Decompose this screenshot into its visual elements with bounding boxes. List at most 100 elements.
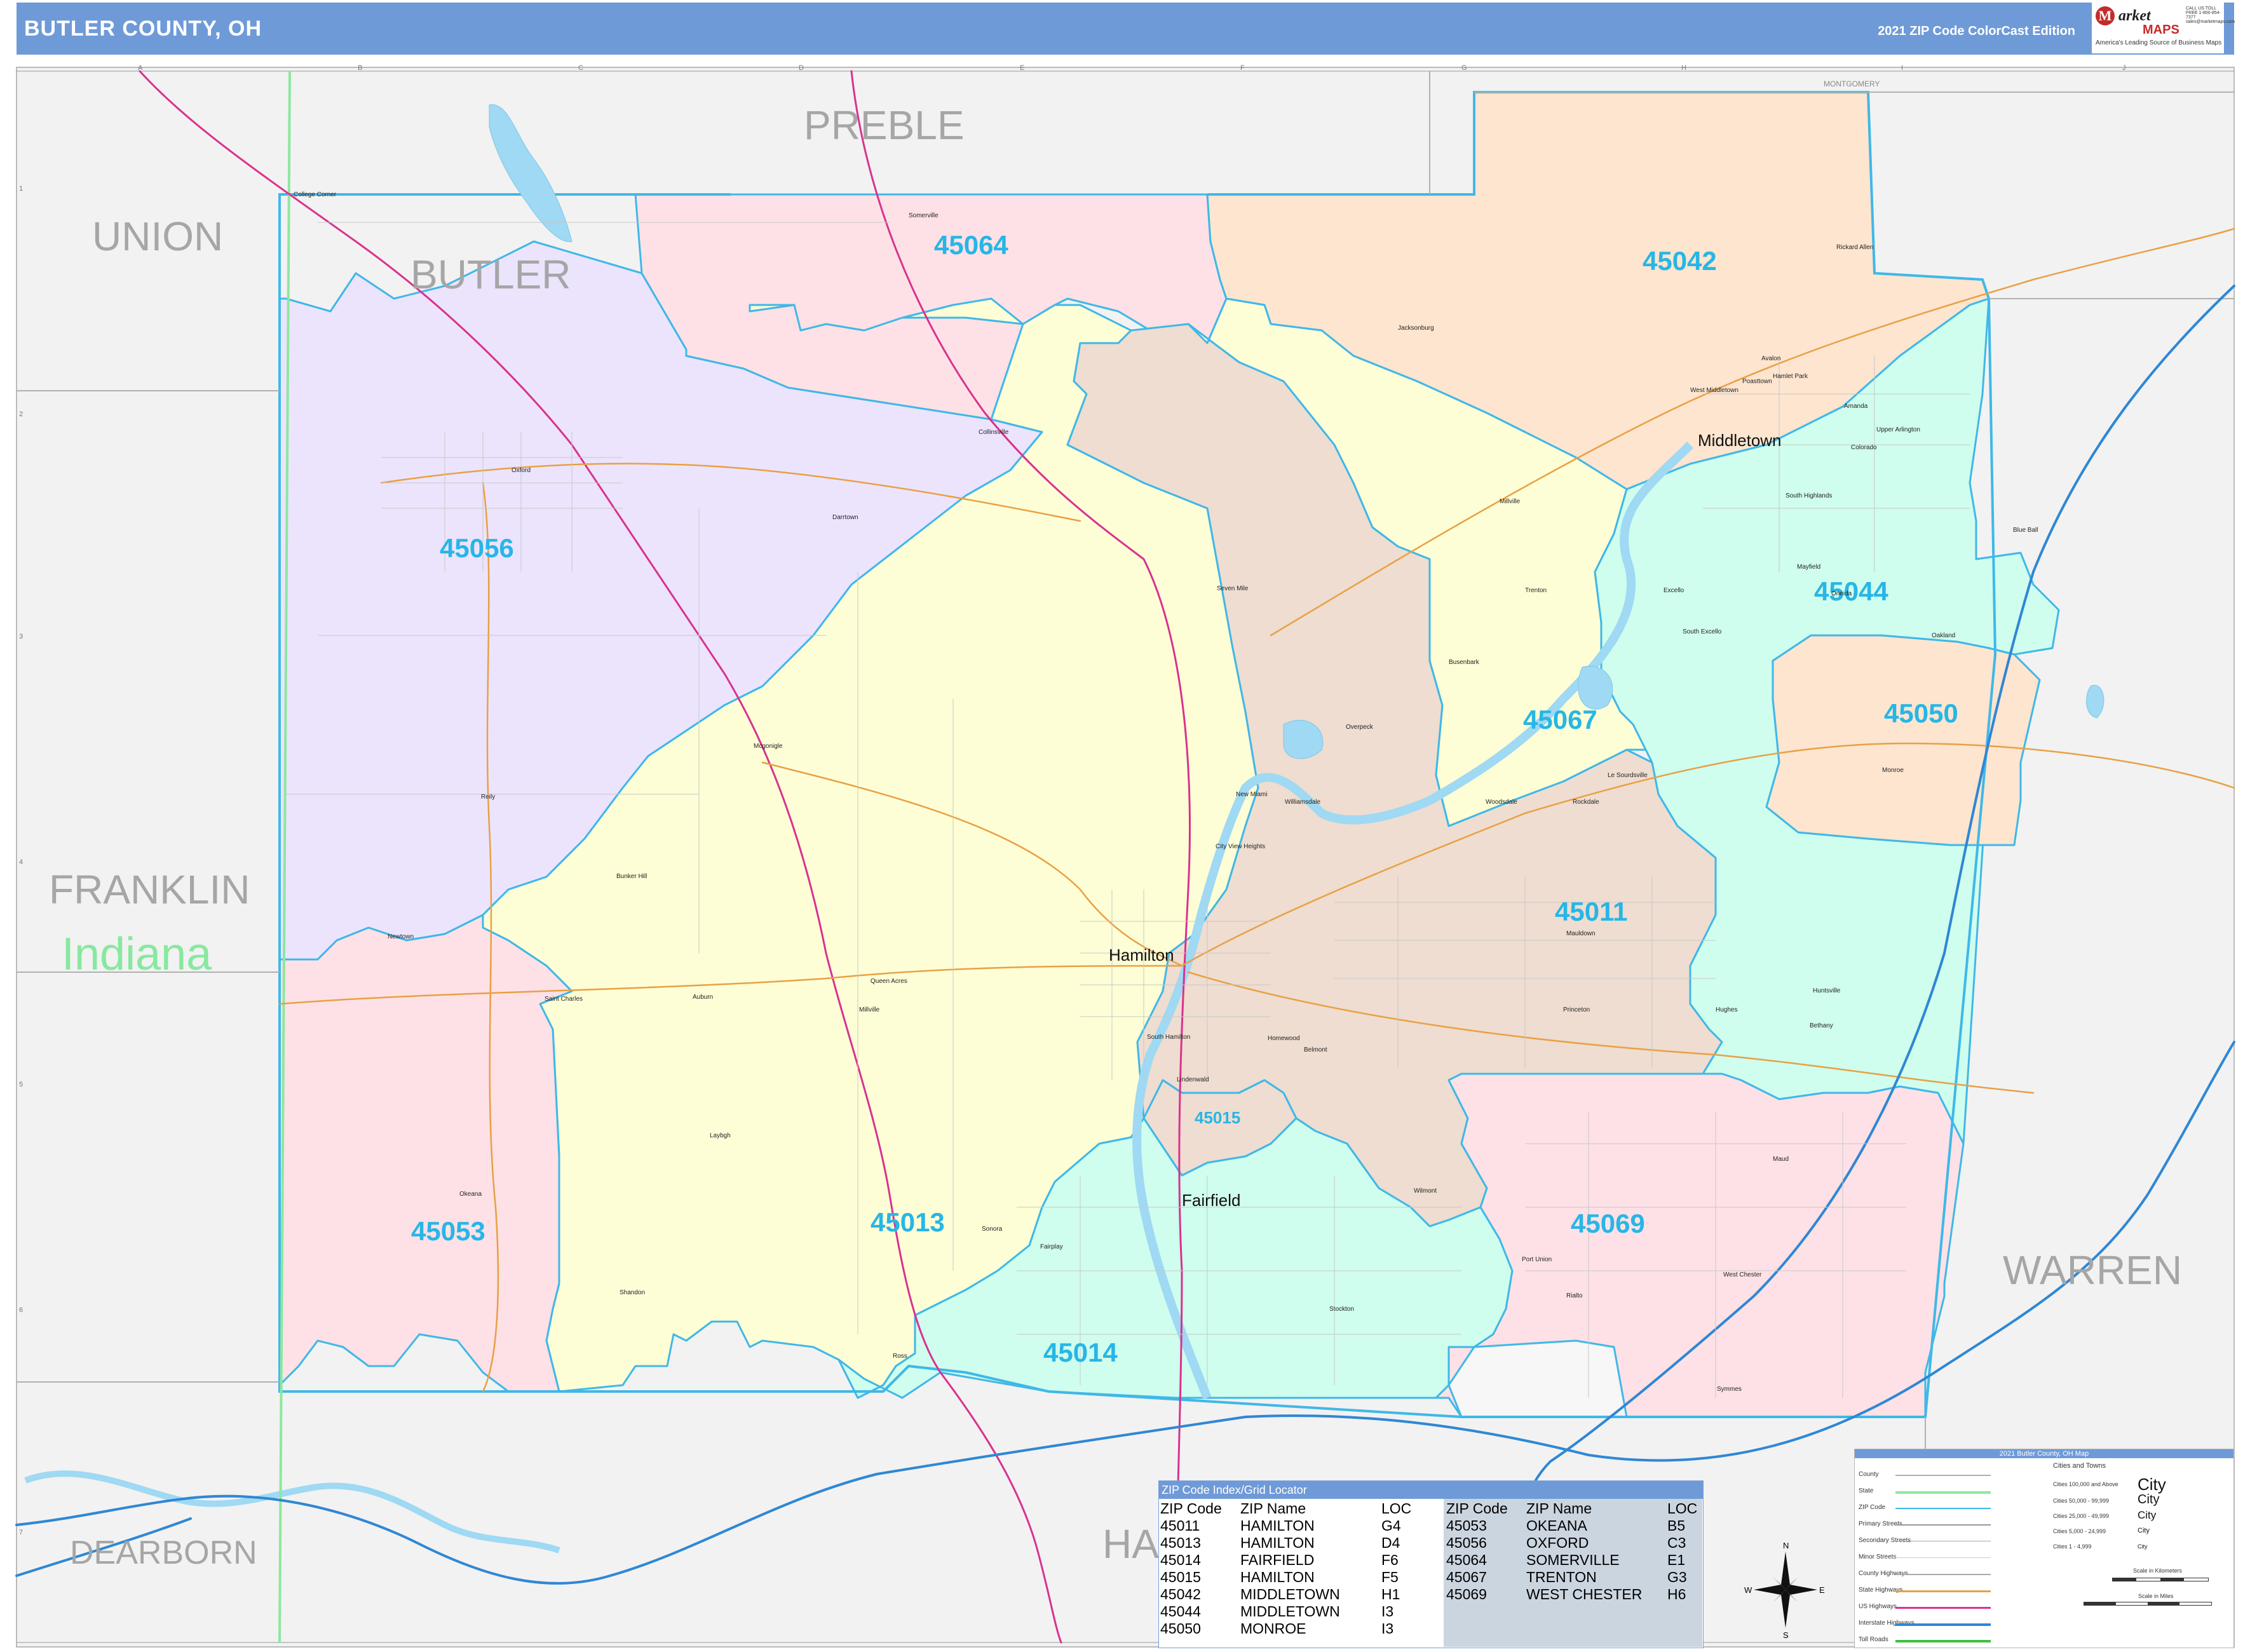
place-label: Oakland <box>1932 632 1956 639</box>
loc-cell: F5 <box>1381 1569 1399 1585</box>
zip-label-45014: 45014 <box>1043 1337 1118 1367</box>
legend-scale-km: Scale in Kilometers <box>2133 1567 2183 1574</box>
loc-cell: I3 <box>1381 1620 1394 1637</box>
city-label-hamilton: Hamilton <box>1109 945 1174 965</box>
place-label: Mauldown <box>1566 930 1596 937</box>
zip-label-45050: 45050 <box>1884 698 1958 728</box>
zip-region-45050[interactable] <box>1765 634 2041 846</box>
zip-label-45067: 45067 <box>1523 705 1597 735</box>
grid-col-G: G <box>1461 64 1467 72</box>
legend-line-minor <box>1895 1557 1991 1558</box>
state-label-indiana: Indiana <box>62 929 212 980</box>
legend-row-toll: Toll Roads <box>1859 1636 1888 1643</box>
grid-col-D: D <box>799 64 804 72</box>
col-header-name: ZIP Name <box>1240 1500 1306 1517</box>
place-label: Princeton <box>1563 1006 1590 1013</box>
grid-col-H: H <box>1681 64 1686 72</box>
place-label: Huntsville <box>1813 987 1841 994</box>
place-label: Homewood <box>1268 1035 1300 1042</box>
place-label: Millville <box>859 1006 880 1013</box>
loc-cell: C3 <box>1667 1534 1686 1551</box>
county-label-franklin: FRANKLIN <box>49 867 250 912</box>
legend-city-range: Cities 5,000 - 24,999 <box>2053 1528 2106 1534</box>
loc-cell: H6 <box>1667 1586 1686 1602</box>
loc-cell: B5 <box>1667 1517 1686 1534</box>
place-label: Hughes <box>1716 1006 1738 1013</box>
loc-cell: E1 <box>1667 1552 1686 1568</box>
place-label: Busenbark <box>1449 659 1479 666</box>
county-label-union: UNION <box>92 213 224 259</box>
place-label: Stockton <box>1329 1306 1354 1313</box>
grid-col-A: A <box>138 64 143 72</box>
place-label: Millville <box>1500 498 1521 505</box>
name-cell: MIDDLETOWN <box>1240 1603 1340 1620</box>
zip-label-45053: 45053 <box>411 1216 485 1246</box>
county-label-preble: PREBLE <box>804 102 965 148</box>
grid-row-1: 1 <box>19 185 23 193</box>
name-cell: HAMILTON <box>1240 1534 1315 1551</box>
legend-row-us-hwy: US Highways <box>1859 1603 1897 1610</box>
place-label: Williamsdale <box>1285 799 1321 806</box>
table-row: 45050 MONROE I3 <box>1160 1620 1416 1637</box>
grid-col-C: C <box>578 64 583 72</box>
table-row: 45011 HAMILTON G4 <box>1160 1517 1416 1534</box>
place-label: Woodsdale <box>1486 799 1517 806</box>
county-label-dearborn: DEARBORN <box>70 1534 257 1571</box>
place-label: Auburn <box>693 994 714 1001</box>
zip-cell: 45064 <box>1446 1552 1487 1568</box>
zip-label-45064: 45064 <box>934 230 1008 260</box>
edition-label: 2021 ZIP Code ColorCast Edition <box>1878 24 2075 38</box>
loc-cell: F6 <box>1381 1552 1399 1568</box>
legend-row-minor: Minor Streets <box>1859 1554 1897 1561</box>
table-row: 45056 OXFORD C3 <box>1446 1534 1702 1552</box>
place-label: Oneida <box>1831 590 1852 597</box>
place-label: Queen Acres <box>871 978 907 985</box>
place-label: Okeana <box>459 1191 482 1198</box>
zip-cell: 45013 <box>1160 1534 1201 1551</box>
zip-label-45011: 45011 <box>1555 897 1628 926</box>
col-header-loc: LOC <box>1667 1500 1698 1517</box>
zip-cell: 45014 <box>1160 1552 1201 1568</box>
compass-rose-icon: N S W E <box>1744 1541 1825 1640</box>
place-label: Poasttown <box>1742 378 1772 385</box>
name-cell: FAIRFIELD <box>1240 1552 1315 1568</box>
place-label: Newtown <box>388 933 414 940</box>
name-cell: WEST CHESTER <box>1526 1586 1643 1602</box>
place-label: Hamlet Park <box>1773 373 1808 380</box>
grid-row-5: 5 <box>19 1081 23 1088</box>
col-header-name: ZIP Name <box>1526 1500 1592 1517</box>
market-maps-logo: M arket MAPS CALL US TOLL FREE 1-800-854… <box>2092 3 2235 53</box>
col-header-loc: LOC <box>1381 1500 1412 1517</box>
grid-row-4: 4 <box>19 858 23 866</box>
place-label: Collinsville <box>979 429 1009 436</box>
name-cell: OXFORD <box>1526 1534 1589 1551</box>
place-label: Symmes <box>1717 1386 1742 1393</box>
city-label-fairfield: Fairfield <box>1182 1191 1241 1210</box>
legend-city-range: Cities 25,000 - 49,999 <box>2053 1513 2110 1519</box>
logo-maps: MAPS <box>2143 23 2179 37</box>
county-map: A B C D E F G H I J 1 2 3 4 5 6 7 MONTGO… <box>15 64 2235 1648</box>
legend-line-primary <box>1895 1524 1991 1526</box>
table-row: 45069 WEST CHESTER H6 <box>1446 1586 1702 1603</box>
place-label: Colorado <box>1851 444 1877 451</box>
legend-city-sample: City <box>2138 1493 2160 1506</box>
zip-cell: 45053 <box>1446 1517 1487 1534</box>
name-cell: OKEANA <box>1526 1517 1587 1534</box>
zip-label-45015: 45015 <box>1195 1108 1241 1127</box>
place-label: Seven Mile <box>1217 585 1249 592</box>
place-label: West Chester <box>1723 1271 1762 1278</box>
legend-city-sample: City <box>2138 1543 2148 1550</box>
place-label: Fairplay <box>1040 1243 1063 1250</box>
legend-line-zip <box>1895 1508 1991 1509</box>
zip-region-45053[interactable] <box>278 914 573 1393</box>
legend-row-state: State <box>1859 1487 1874 1494</box>
legend-row-zip: ZIP Code <box>1859 1504 1886 1511</box>
legend-scale-mi: Scale in Miles <box>2138 1593 2174 1599</box>
grid-col-E: E <box>1020 64 1024 72</box>
logo-mark: M <box>2096 6 2115 25</box>
header-bar: BUTLER COUNTY, OH 2021 ZIP Code ColorCas… <box>17 3 2235 55</box>
map-legend: 2021 Butler County, OH Map County State … <box>1854 1449 2234 1648</box>
place-label: Rialto <box>1566 1292 1583 1299</box>
legend-city-range: Cities 100,000 and Above <box>2053 1481 2118 1487</box>
place-label: South Hamilton <box>1147 1034 1191 1041</box>
